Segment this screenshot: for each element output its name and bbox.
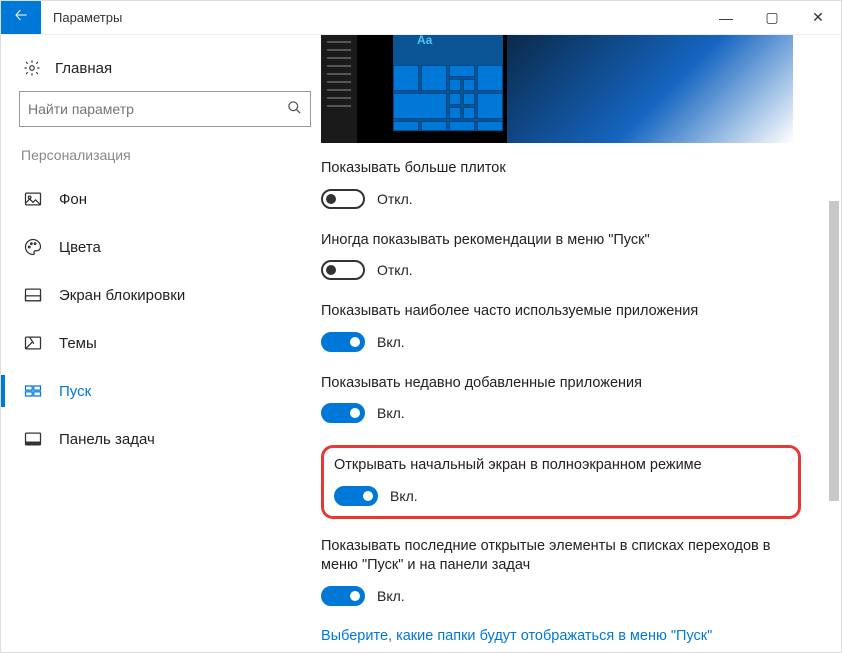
palette-icon — [23, 237, 43, 257]
window-controls: — ▢ ✕ — [703, 1, 841, 34]
setting-item: Показывать наиболее часто используемые п… — [321, 302, 801, 352]
toggle-state-label: Вкл. — [377, 405, 405, 421]
toggle-switch[interactable] — [321, 586, 365, 606]
sidebar-item-label: Темы — [59, 335, 97, 352]
window-title: Параметры — [41, 1, 134, 34]
close-button[interactable]: ✕ — [795, 1, 841, 34]
main-content: Aa — [321, 35, 841, 652]
settings-list: Показывать больше плиток Откл. Иногда пока… — [321, 159, 811, 606]
toggle-switch[interactable] — [321, 189, 365, 209]
arrow-left-icon: 🡠 — [15, 4, 28, 31]
home-label: Главная — [55, 60, 112, 77]
toggle-state-label: Вкл. — [377, 588, 405, 604]
toggle-state-label: Откл. — [377, 262, 413, 278]
sidebar-item-label: Экран блокировки — [59, 287, 185, 304]
setting-item: Показывать последние открытые элементы в… — [321, 537, 801, 606]
search-input-wrap[interactable] — [19, 91, 311, 127]
maximize-icon: ▢ — [765, 9, 778, 26]
sidebar: Главная Персонализация Фон Цвета Экран б… — [1, 35, 321, 652]
setting-item: Показывать больше плиток Откл. — [321, 159, 801, 209]
back-button[interactable]: 🡠 — [1, 1, 41, 34]
sidebar-item-label: Панель задач — [59, 431, 155, 448]
sidebar-item-colors[interactable]: Цвета — [19, 223, 321, 271]
sidebar-item-background[interactable]: Фон — [19, 175, 321, 223]
toggle-switch[interactable] — [321, 260, 365, 280]
scrollbar[interactable] — [829, 201, 839, 501]
toggle-state-label: Вкл. — [377, 334, 405, 350]
setting-label: Открывать начальный экран в полноэкранно… — [334, 456, 788, 476]
section-title: Персонализация — [19, 147, 321, 163]
sidebar-item-taskbar[interactable]: Панель задач — [19, 415, 321, 463]
search-icon — [287, 100, 302, 119]
toggle-switch[interactable] — [334, 486, 378, 506]
start-preview: Aa — [321, 35, 793, 143]
sidebar-item-start[interactable]: Пуск — [19, 367, 321, 415]
taskbar-icon — [23, 429, 43, 449]
sidebar-item-label: Пуск — [59, 383, 91, 400]
minimize-button[interactable]: — — [703, 1, 749, 34]
sidebar-item-label: Цвета — [59, 239, 101, 256]
titlebar: 🡠 Параметры — ▢ ✕ — [1, 1, 841, 35]
sidebar-item-themes[interactable]: Темы — [19, 319, 321, 367]
picture-icon — [23, 189, 43, 209]
close-icon: ✕ — [812, 9, 824, 26]
window-body: Главная Персонализация Фон Цвета Экран б… — [1, 35, 841, 652]
lockscreen-icon — [23, 285, 43, 305]
gear-icon — [23, 59, 41, 77]
highlighted-setting: Открывать начальный экран в полноэкранно… — [321, 445, 801, 519]
setting-label: Иногда показывать рекомендации в меню "П… — [321, 231, 801, 251]
toggle-state-label: Вкл. — [390, 488, 418, 504]
home-nav[interactable]: Главная — [19, 53, 321, 91]
choose-folders-link[interactable]: Выберите, какие папки будут отображаться… — [321, 628, 811, 644]
sidebar-item-label: Фон — [59, 191, 87, 208]
settings-window: 🡠 Параметры — ▢ ✕ Главная Персонализ — [0, 0, 842, 653]
start-icon — [23, 381, 43, 401]
setting-item: Показывать недавно добавленные приложени… — [321, 374, 801, 424]
search-input[interactable] — [28, 101, 287, 117]
setting-label: Показывать наиболее часто используемые п… — [321, 302, 801, 322]
sidebar-item-lockscreen[interactable]: Экран блокировки — [19, 271, 321, 319]
minimize-icon: — — [719, 10, 733, 26]
toggle-switch[interactable] — [321, 403, 365, 423]
setting-item: Открывать начальный экран в полноэкранно… — [334, 456, 788, 506]
setting-label: Показывать последние открытые элементы в… — [321, 537, 801, 576]
themes-icon — [23, 333, 43, 353]
toggle-state-label: Откл. — [377, 191, 413, 207]
setting-label: Показывать недавно добавленные приложени… — [321, 374, 801, 394]
setting-item: Иногда показывать рекомендации в меню "П… — [321, 231, 801, 281]
setting-label: Показывать больше плиток — [321, 159, 801, 179]
maximize-button[interactable]: ▢ — [749, 1, 795, 34]
toggle-switch[interactable] — [321, 332, 365, 352]
